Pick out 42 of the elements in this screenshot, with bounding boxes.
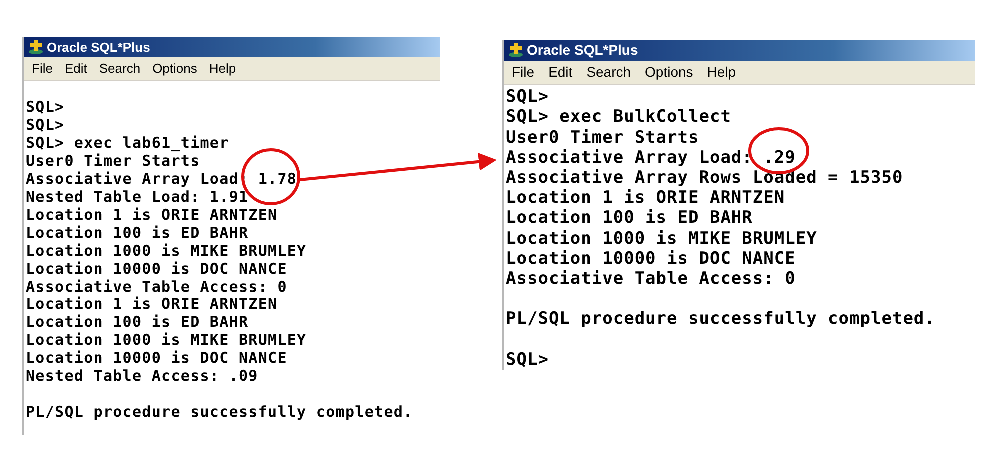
- menu-item[interactable]: Options: [152, 61, 198, 76]
- console-line: Location 100 is ED BAHR: [506, 208, 753, 229]
- console-line: Location 10000 is DOC NANCE: [26, 350, 288, 368]
- menu-item[interactable]: File: [32, 61, 53, 76]
- menu-item[interactable]: Help: [707, 64, 736, 80]
- menu-item[interactable]: Help: [209, 61, 236, 76]
- console-line: Associative Table Access: 0: [506, 269, 796, 290]
- console-line: Location 1000 is MIKE BRUMLEY: [26, 332, 307, 350]
- console-line: Location 1000 is MIKE BRUMLEY: [506, 228, 818, 249]
- console-line: Location 1 is ORIE ARNTZEN: [26, 296, 278, 314]
- console-line: PL/SQL procedure successfully completed.: [506, 309, 936, 330]
- menu-item[interactable]: File: [512, 64, 535, 80]
- menu-item[interactable]: Edit: [548, 64, 573, 80]
- plus-icon: [28, 39, 44, 55]
- console-line: PL/SQL procedure successfully completed.: [26, 404, 414, 422]
- console-line: SQL>: [506, 350, 549, 370]
- console-line: Location 100 is ED BAHR: [26, 224, 249, 243]
- menu-item[interactable]: Search: [99, 61, 141, 76]
- console-line: SQL>: [26, 99, 65, 117]
- console-line: SQL>: [506, 87, 549, 108]
- console-line: Location 10000 is DOC NANCE: [26, 260, 288, 279]
- console-line: Associative Array Load: .29: [506, 148, 796, 168]
- console-line: Location 10000 is DOC NANCE: [506, 248, 796, 270]
- console-line: Associative Table Access: 0: [26, 278, 288, 296]
- console-line: Location 1 is ORIE ARNTZEN: [26, 206, 278, 225]
- console-line: Location 1 is ORIE ARNTZEN: [506, 188, 786, 208]
- menu-item[interactable]: Edit: [64, 61, 88, 76]
- console-line: Nested Table Access: .09: [26, 368, 258, 386]
- console-line: User0 Timer Starts: [506, 128, 700, 148]
- console-line: Location 1000 is MIKE BRUMLEY: [26, 242, 307, 261]
- window-title: Oracle SQL*Plus: [527, 42, 638, 58]
- menu-item[interactable]: Options: [645, 64, 694, 80]
- console-line: Associative Array Rows Loaded = 15350: [506, 168, 904, 188]
- console-line: Nested Table Load: 1.91: [26, 188, 249, 207]
- console-line: SQL> exec lab61_timer: [26, 134, 230, 153]
- plus-icon: [508, 42, 524, 58]
- console-line: SQL> exec BulkCollect: [506, 107, 732, 128]
- console-line: SQL>: [26, 116, 65, 135]
- window-title: Oracle SQL*Plus: [47, 40, 150, 54]
- menu-item[interactable]: Search: [586, 64, 632, 80]
- console-line: Location 100 is ED BAHR: [26, 314, 249, 332]
- console-line: User0 Timer Starts: [26, 152, 200, 171]
